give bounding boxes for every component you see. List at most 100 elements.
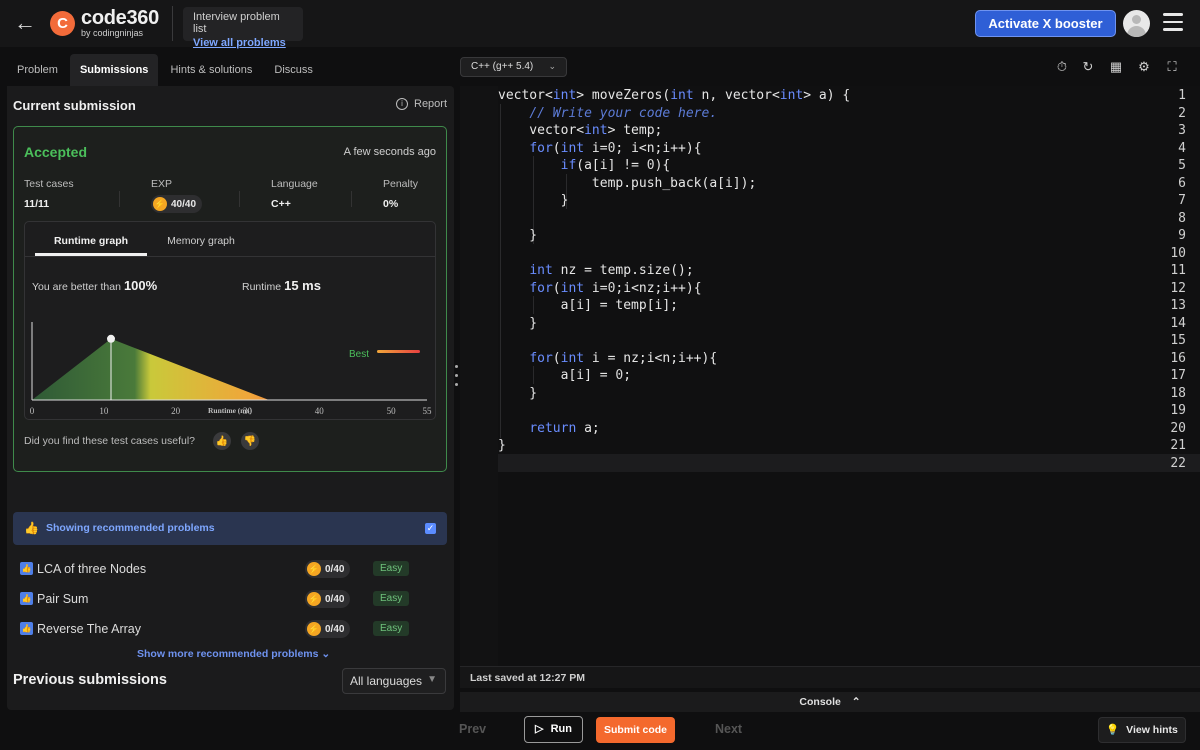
better-than-text: You are better than 100% [32,278,157,293]
view-all-problems-link[interactable]: View all problems [193,37,293,49]
line-number: 3 [1178,123,1186,138]
current-submission-title: Current submission [13,98,136,113]
submission-time: A few seconds ago [343,146,436,158]
code-line: temp.push_back(a[i]); [498,175,757,191]
list-item[interactable]: 👍 Reverse The Array ⚡ 0/40 Easy [20,619,440,641]
code-line: if(a[i] != 0){ [560,158,671,173]
tab-hints-solutions[interactable]: Hints & solutions [160,54,262,86]
panel-resize-handle[interactable] [455,365,459,391]
performance-graph-card: Runtime graph Memory graph You are bette… [24,221,436,420]
recommended-label: Showing recommended problems [46,522,215,534]
back-arrow-icon[interactable]: ← [14,11,40,35]
gear-icon[interactable]: ⚙ [1136,59,1152,75]
chevron-up-icon: ⌃ [851,696,861,708]
code-line: return a; [529,420,600,436]
show-more-recommended-link[interactable]: Show more recommended problems ⌄ [137,648,330,660]
line-number: 1 [1178,88,1186,103]
fullscreen-icon[interactable]: ⛶ [1164,59,1180,75]
line-number: 5 [1178,158,1186,173]
language-dropdown-value: C++ (g++ 5.4) [471,61,534,72]
test-cases-label: Test cases [24,178,74,190]
code-line: } [498,438,506,453]
tab-discuss[interactable]: Discuss [264,54,323,86]
reset-icon[interactable]: ↻ [1080,59,1096,75]
line-number: 6 [1178,175,1186,191]
report-button[interactable]: i Report [396,98,447,110]
code-line: for(int i=0; i<n;i++){ [529,140,702,156]
prev-button[interactable]: Prev [459,722,486,736]
info-icon: i [396,98,408,110]
xp-chip: ⚡ 0/40 [305,560,351,578]
activate-booster-button[interactable]: Activate X booster [975,10,1116,37]
penalty-value: 0% [383,198,399,210]
active-line-highlight [498,454,1200,472]
tab-memory-graph[interactable]: Memory graph [153,230,249,256]
divider [25,256,435,257]
test-cases-value: 11/11 [24,198,50,210]
line-number: 12 [1170,280,1186,296]
problem-name[interactable]: Pair Sum [37,592,88,606]
logo[interactable]: C code360 by codingninjas [50,8,159,38]
language-dropdown[interactable]: C++ (g++ 5.4) ⌄ [460,57,567,77]
view-hints-label: View hints [1126,724,1178,736]
avatar-body [1127,26,1146,37]
xp-value: 0/40 [325,623,345,635]
x-tick-label: 20 [171,406,181,416]
top-bar: ← C code360 by codingninjas Interview pr… [0,0,1200,49]
code-editor[interactable]: 1 2 3 4 5 6 7 8 9 10 11 12 13 14 15 16 1… [460,86,1200,666]
hamburger-menu-icon[interactable] [1163,13,1183,33]
feedback-question: Did you find these test cases useful? [24,435,196,447]
chevron-down-icon: ⌄ [548,61,556,71]
breadcrumb: Interview problem list View all problems [183,7,303,49]
thumbs-up-icon: 👍 [20,622,33,635]
x-tick-label: 55 [423,406,433,416]
code-line: } [498,228,538,243]
exp-chip: ⚡ 40/40 [151,195,203,213]
x-tick-label: 0 [30,406,35,416]
line-number: 2 [1178,105,1186,121]
line-number: 16 [1170,350,1186,366]
difficulty-badge: Easy [373,621,410,636]
bottom-action-bar: Prev ▷ Run Submit code Next 💡 View hints [0,712,1200,750]
logo-sub-text: by codingninjas [81,28,144,38]
breadcrumb-title: Interview problem list [193,11,280,35]
thumbs-down-icon[interactable]: 👎 [241,432,260,450]
runtime-text: Runtime 15 ms [242,278,321,293]
xp-value: 0/40 [325,563,345,575]
language-label: Language [271,178,318,190]
show-recommended-checkbox[interactable]: ✓ [425,523,436,534]
view-hints-button[interactable]: 💡 View hints [1098,717,1186,743]
best-legend-label: Best [349,349,369,360]
next-button[interactable]: Next [715,722,742,736]
tab-problem[interactable]: Problem [7,54,68,86]
tab-submissions[interactable]: Submissions [69,54,159,86]
lightning-coin-icon: ⚡ [307,592,321,606]
list-item[interactable]: 👍 Pair Sum ⚡ 0/40 Easy [20,589,440,611]
submit-code-button[interactable]: Submit code [596,717,675,743]
layout-icon[interactable]: ▦ [1108,59,1124,75]
thumbs-up-icon: 👍 [24,521,39,535]
logo-mark-icon: C [50,10,75,36]
tab-runtime-graph[interactable]: Runtime graph [35,230,147,256]
problem-name[interactable]: Reverse The Array [37,622,141,636]
lightning-coin-icon: ⚡ [307,622,321,636]
run-button[interactable]: ▷ Run [524,716,583,743]
timer-icon[interactable]: ⏱ [1054,59,1070,75]
x-axis-label: Runtime (ms) [208,406,252,415]
status-badge: Accepted [24,144,88,160]
stat-test-cases: Test cases 11/11 [24,178,74,210]
code-line: int nz = temp.size(); [529,263,694,278]
code-line: // Write your code here. [529,105,718,121]
line-number: 14 [1170,315,1186,331]
language-filter-select[interactable]: All languages ▼ [342,668,446,694]
runtime-distribution-area [32,338,427,400]
avatar[interactable] [1123,10,1150,37]
line-number: 8 [1178,210,1186,226]
difficulty-badge: Easy [373,591,410,606]
language-value: C++ [271,198,291,210]
problem-name[interactable]: LCA of three Nodes [37,562,146,576]
console-toggle[interactable]: Console ⌃ [460,692,1200,712]
stat-divider [351,191,352,207]
list-item[interactable]: 👍 LCA of three Nodes ⚡ 0/40 Easy [20,559,440,581]
thumbs-up-icon[interactable]: 👍 [213,432,232,450]
